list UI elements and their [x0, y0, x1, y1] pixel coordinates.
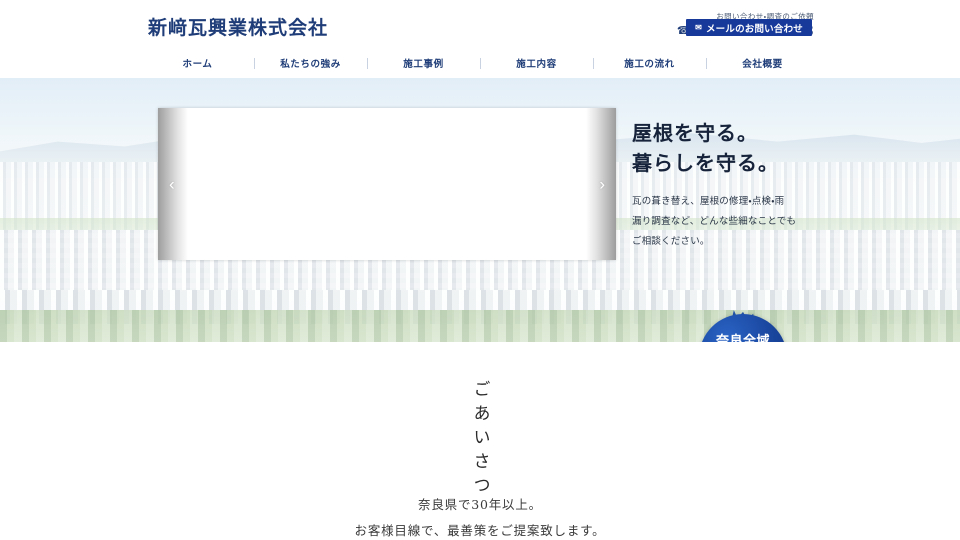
greeting-line-1: 奈良県で30年以上。 — [418, 497, 542, 512]
chevron-left-icon[interactable]: ‹ — [169, 176, 175, 193]
company-name-logo[interactable]: 新﨑瓦興業株式会社 — [148, 13, 328, 40]
nav-item-works[interactable]: 施工事例 — [368, 56, 480, 70]
hero-title-line-2: 暮らしを守る。 — [632, 151, 779, 175]
nav-items-wrapper: ホーム 私たちの強み 施工事例 施工内容 施工の流れ 会社概要 — [142, 56, 819, 70]
hero-title-line-1: 屋根を守る。 — [632, 121, 758, 145]
hero-tree-line — [0, 310, 960, 342]
hero-section: ‹ › 屋根を守る。 暮らしを守る。 瓦の葺き替え、屋根の修理・点検・雨 漏り調… — [0, 78, 960, 342]
hero-body-line-2: 漏り調査など、どんな些細なことでも — [632, 215, 797, 227]
badge-line-1: 奈良全域 — [715, 333, 770, 342]
nav-item-strengths[interactable]: 私たちの強み — [255, 56, 367, 70]
chevron-right-icon[interactable]: › — [599, 176, 605, 193]
greeting-line-2: お客様目線で、最善策をご提案致します。 — [354, 523, 606, 539]
nav-item-home[interactable]: ホーム — [142, 56, 254, 70]
greeting-text-block: 奈良県で30年以上。 お客様目線で、最善策をご提案致します。 — [0, 492, 960, 540]
site-header: 新﨑瓦興業株式会社 お問い合わせ・調査のご依頼 ☎ 0745-62-7748 ✉… — [0, 0, 960, 48]
nav-item-company[interactable]: 会社概要 — [707, 56, 819, 70]
main-navigation: ホーム 私たちの強み 施工事例 施工内容 施工の流れ 会社概要 — [0, 48, 960, 78]
nav-item-services[interactable]: 施工内容 — [481, 56, 593, 70]
hero-body-text: 瓦の葺き替え、屋根の修理・点検・雨 漏り調査など、どんな些細なことでも ご相談く… — [632, 192, 822, 252]
mail-contact-button-label: メールのお問い合わせ — [705, 23, 803, 35]
greeting-vertical-title: ごあいさつ — [469, 380, 490, 500]
greeting-section: ごあいさつ 奈良県で30年以上。 お客様目線で、最善策をご提案致します。 — [0, 342, 960, 540]
hero-copy: 屋根を守る。 暮らしを守る。 瓦の葺き替え、屋根の修理・点検・雨 漏り調査など、… — [632, 118, 822, 252]
hero-body-line-1: 瓦の葺き替え、屋根の修理・点検・雨 — [632, 196, 785, 207]
nav-item-flow[interactable]: 施工の流れ — [594, 56, 706, 70]
envelope-icon: ✉ — [695, 22, 702, 32]
hero-carousel[interactable]: ‹ › — [158, 108, 616, 260]
mail-contact-button[interactable]: ✉ メールのお問い合わせ — [686, 19, 812, 36]
free-estimate-badge[interactable]: 奈良全域 ご相談・お見積り 無料!! — [699, 310, 787, 342]
hero-body-line-3: ご相談ください。 — [632, 235, 710, 247]
badge-circle: 奈良全域 ご相談・お見積り 無料!! — [699, 314, 787, 342]
